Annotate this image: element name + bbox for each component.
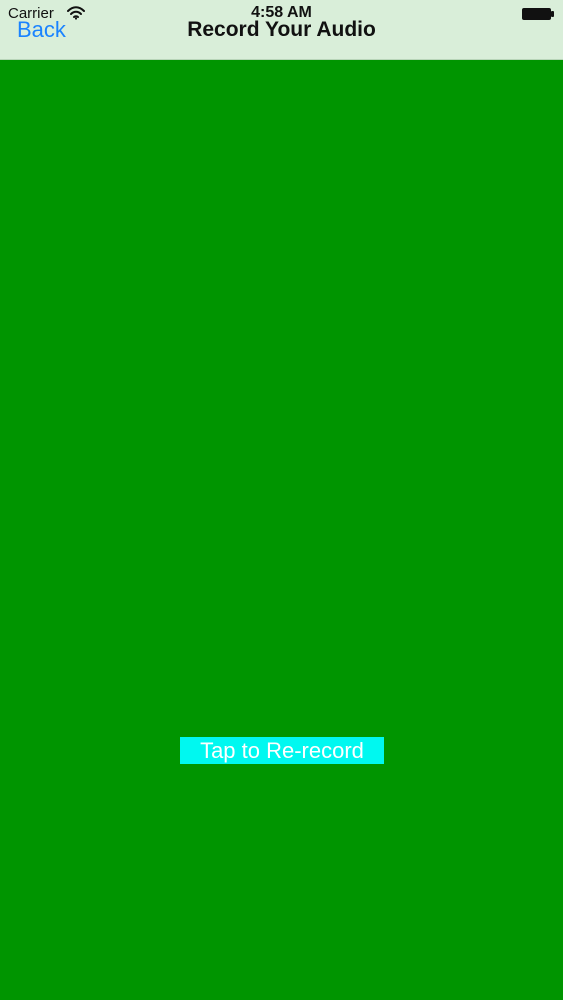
page-title: Record Your Audio (187, 18, 376, 41)
rerecord-button[interactable]: Tap to Re-record (180, 737, 384, 764)
navigation-bar: Carrier 4:58 AM Back Record Your Audio (0, 0, 563, 60)
record-audio-screen: Carrier 4:58 AM Back Record Your Audio T… (0, 0, 563, 1000)
